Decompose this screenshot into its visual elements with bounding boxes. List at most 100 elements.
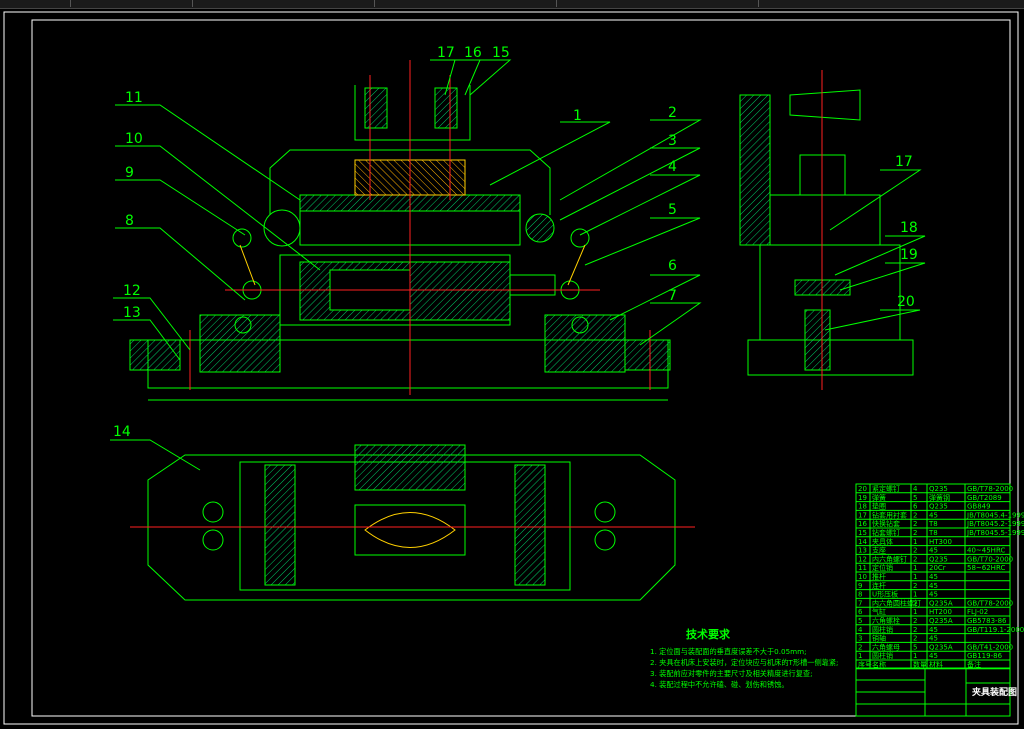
bom-cell: Q235A [929,599,953,607]
title-block: 夹具装配图 [855,667,1017,717]
bom-cell: GB119-86 [967,652,1003,660]
bom-cell: 5 [913,494,917,502]
bom-cell: 定位销 [872,563,893,572]
bom-cell: 19 [858,494,867,502]
bom-cell: 45 [929,635,938,643]
bom-cell: 58~62HRC [967,564,1005,572]
bom-cell: 支座 [872,546,886,555]
bom-cell: Q235A [929,617,953,625]
bom-cell: 13 [858,547,867,555]
bom-cell: GB/T78-2000 [967,485,1013,493]
bom-cell: 6 [913,503,918,511]
balloon-13: 13 [123,305,141,321]
bom-cell: 12 [858,555,867,563]
top-view: 14 [110,424,695,601]
bom-cell: 2 [858,643,862,651]
bom-cell: Q235 [929,485,948,493]
drawing-title: 夹具装配图 [972,686,1017,698]
bom-cell: 六角螺栓 [872,616,900,625]
bom-cell: 17 [858,511,867,519]
bom-cell: 5 [858,617,862,625]
balloon-2: 2 [668,105,677,121]
balloon-15: 15 [492,45,510,61]
balloon-14: 14 [113,424,131,440]
bom-cell: 钻套螺钉 [872,528,900,537]
bom-cell: 45 [929,511,938,519]
bom-cell: GB/T78-2000 [967,599,1013,607]
bom-cell: 7 [858,599,862,607]
balloon-5: 5 [668,202,677,218]
bom-cell: 连杆 [872,581,886,590]
bom-cell: 45 [929,591,938,599]
bom-cell: 弹簧 [872,493,886,502]
bom-cell: 10 [858,573,867,581]
bom-cell: 45 [929,582,938,590]
bom-cell: 3 [858,635,862,643]
bom-cell: 40~45HRC [967,547,1005,555]
bom-cell: GB/T119.1-2000 [967,626,1024,634]
technical-requirements: 技术要求 1. 定位面与装配面的垂直度误差不大于0.05mm; 2. 夹具在机床… [650,627,838,689]
bom-cell: 2 [913,547,917,555]
bom-cell: 推杆 [872,572,886,581]
bom-cell: 9 [858,582,862,590]
bom-cell: JB/T8045.2-1999 [966,520,1024,528]
bill-of-materials: 20 紧定螺钉 4 Q235 GB/T78-200019 弹簧 5 弹簧钢 GB/T208918… [855,483,1024,670]
bom-cell: 2 [913,529,917,537]
bom-cell: 45 [929,652,938,660]
bom-cell: T8 [928,520,938,528]
balloon-side-17: 17 [895,154,913,170]
balloon-6: 6 [668,258,677,274]
bom-cell: 2 [913,626,917,634]
side-view: 17 18 19 20 [739,70,926,390]
bom-cell: 六角螺母 [872,642,900,651]
bom-cell: 45 [929,573,938,581]
bom-cell: 弹簧钢 [929,493,950,502]
bom-cell: 紧定螺钉 [872,484,900,493]
bom-cell: 2 [913,599,917,607]
bom-cell: 2 [913,511,917,519]
bom-cell: 16 [858,520,867,528]
requirements-heading: 技术要求 [686,627,731,641]
bom-cell: 1 [913,564,917,572]
bom-cell: 2 [913,582,917,590]
bom-cell: 15 [858,529,867,537]
balloon-12: 12 [123,283,141,299]
bom-cell: 11 [858,564,867,572]
bom-cell: 夹具体 [872,537,893,546]
bom-cell: 1 [913,591,917,599]
bom-cell: 18 [858,503,867,511]
balloon-9: 9 [125,165,134,181]
bom-cell: T8 [928,529,938,537]
bom-cell: 2 [913,555,917,563]
bom-cell: GB849 [967,503,991,511]
bom-cell: 4 [913,485,918,493]
bom-cell: 45 [929,626,938,634]
balloon-8: 8 [125,213,134,229]
balloon-16: 16 [464,45,482,61]
bom-cell: 垫圈 [872,502,886,511]
bom-cell: Q235A [929,643,953,651]
bom-cell: 圆柱销 [872,625,893,634]
bom-cell: 8 [858,591,862,599]
balloon-17: 17 [437,45,455,61]
bom-cell: 钻套用衬套 [872,510,907,519]
bom-cell: 5 [913,643,917,651]
balloon-10: 10 [125,131,143,147]
bom-cell: 2 [913,520,917,528]
bom-cell: 2 [913,617,917,625]
bom-cell: Q235 [929,555,948,563]
bom-cell: 2 [913,635,917,643]
bom-cell: 气缸 [872,607,886,616]
requirement-3: 3. 装配前应对零件的主要尺寸及相关精度进行复查; [650,669,813,678]
bom-cell: GB/T70-2000 [967,555,1013,563]
bom-cell: 4 [858,626,863,634]
balloon-side-20: 20 [897,294,915,310]
bom-cell: HT200 [929,608,952,616]
bom-cell: U形压板 [872,590,898,599]
balloon-side-18: 18 [900,220,918,236]
bom-cell: JB/T8045.4-1999 [966,511,1024,519]
bom-cell: 1 [913,538,917,546]
bom-cell: GB/T2089 [967,494,1002,502]
bom-cell: 快换钻套 [872,519,900,528]
balloon-11: 11 [125,90,143,106]
